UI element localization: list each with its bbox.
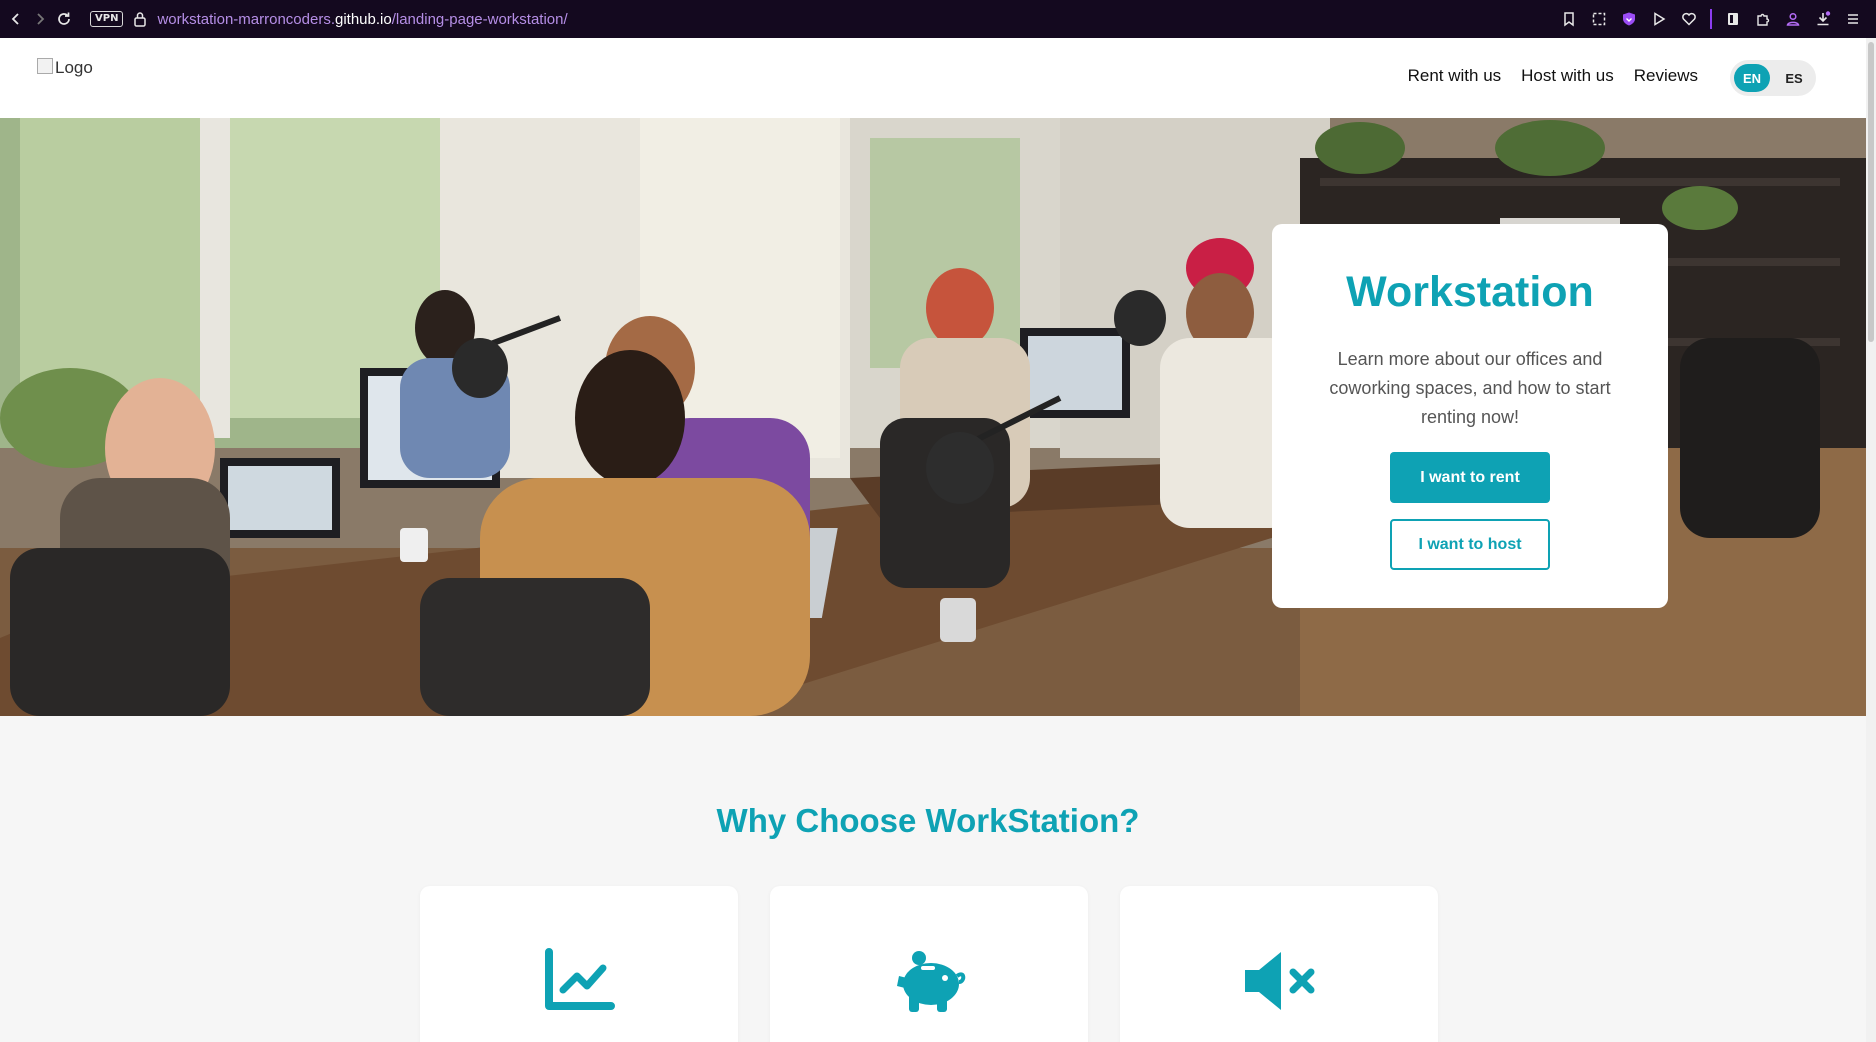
- vpn-badge[interactable]: VPN: [90, 11, 124, 27]
- chart-line-icon: [541, 946, 617, 1016]
- nav-rent-with-us[interactable]: Rent with us: [1408, 66, 1502, 86]
- heart-icon[interactable]: [1680, 10, 1698, 28]
- hero-title: Workstation: [1346, 268, 1594, 316]
- hero-description: Learn more about our offices and coworki…: [1329, 349, 1611, 427]
- scrollbar-thumb[interactable]: [1868, 42, 1874, 342]
- nav-host-with-us[interactable]: Host with us: [1521, 66, 1614, 86]
- rent-button[interactable]: I want to rent: [1390, 452, 1550, 503]
- profile-icon[interactable]: [1784, 10, 1802, 28]
- why-section-title: Why Choose WorkStation?: [716, 802, 1140, 839]
- play-icon[interactable]: [1650, 10, 1668, 28]
- back-icon[interactable]: [4, 0, 28, 38]
- page-viewport: Logo Rent with us Host with us Reviews E…: [0, 38, 1866, 1042]
- browser-extensions: [1560, 0, 1862, 38]
- feature-card-savings: [770, 886, 1088, 1042]
- host-button[interactable]: I want to host: [1390, 519, 1550, 570]
- site-header: Logo Rent with us Host with us Reviews E…: [0, 38, 1866, 118]
- logo-alt-text: Logo: [55, 58, 93, 77]
- lang-es[interactable]: ES: [1776, 64, 1812, 92]
- bookmark-icon[interactable]: [1560, 10, 1578, 28]
- feature-card-growth: [420, 886, 738, 1042]
- piggy-bank-icon: [891, 946, 967, 1016]
- volume-mute-icon: [1241, 946, 1317, 1016]
- extensions-puzzle-icon[interactable]: [1754, 10, 1772, 28]
- forward-icon[interactable]: [28, 0, 52, 38]
- reload-icon[interactable]: [52, 0, 76, 38]
- main-nav: Rent with us Host with us Reviews: [1408, 66, 1698, 86]
- browser-toolbar: VPN workstation-marroncoders.github.io/l…: [0, 0, 1876, 38]
- hero-card: Workstation Learn more about our offices…: [1272, 224, 1668, 608]
- address-bar[interactable]: workstation-marroncoders.github.io/landi…: [157, 11, 567, 28]
- shield-icon[interactable]: [1620, 10, 1638, 28]
- url-path: /landing-page-workstation/: [391, 10, 568, 28]
- download-icon[interactable]: [1814, 10, 1832, 28]
- hero-section: Workstation Learn more about our offices…: [0, 118, 1866, 716]
- reader-icon[interactable]: [1724, 10, 1742, 28]
- menu-icon[interactable]: [1844, 10, 1862, 28]
- nav-reviews[interactable]: Reviews: [1634, 66, 1698, 86]
- url-prefix: workstation-marroncoders.: [157, 10, 335, 28]
- feature-card-quiet: [1120, 886, 1438, 1042]
- toolbar-separator: [1710, 9, 1712, 29]
- url-host: github.io: [335, 10, 392, 28]
- lock-icon[interactable]: [133, 11, 147, 27]
- broken-image-icon: [37, 58, 53, 74]
- page-scrollbar[interactable]: [1866, 38, 1876, 1042]
- language-toggle[interactable]: EN ES: [1730, 60, 1816, 96]
- screenshot-icon[interactable]: [1590, 10, 1608, 28]
- logo[interactable]: Logo: [37, 58, 93, 78]
- lang-en[interactable]: EN: [1734, 64, 1770, 92]
